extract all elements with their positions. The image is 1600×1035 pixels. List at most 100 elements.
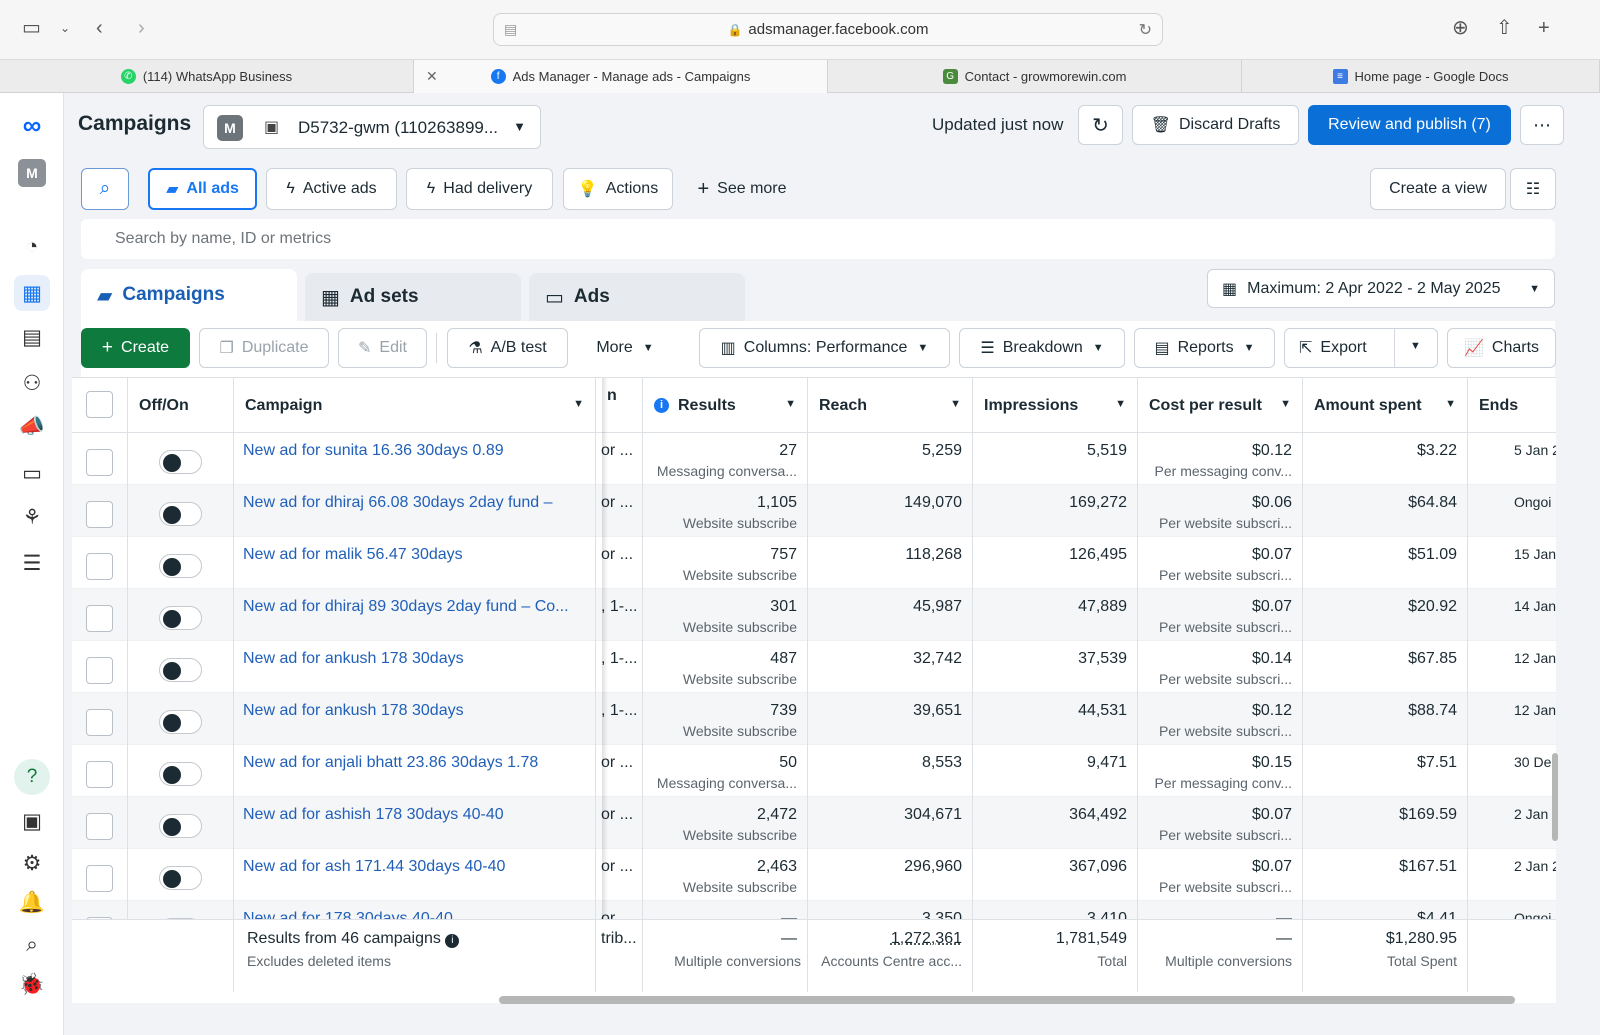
account-avatar[interactable]: M bbox=[18, 159, 46, 187]
create-button[interactable]: + Create bbox=[81, 328, 190, 368]
row-checkbox[interactable] bbox=[86, 709, 113, 736]
export-dropdown-icon[interactable]: ▼ bbox=[1410, 340, 1421, 352]
filter-had-delivery[interactable]: ϟ Had delivery bbox=[406, 168, 553, 210]
table-row[interactable]: New ad for ashish 178 30days 40-40 or ...… bbox=[72, 797, 1556, 849]
share-icon[interactable]: ⇧ bbox=[1496, 16, 1513, 40]
meta-logo-icon[interactable]: ∞ bbox=[14, 107, 50, 143]
reload-icon[interactable]: ↻ bbox=[1139, 20, 1152, 40]
ab-test-button[interactable]: ⚗ A/B test bbox=[447, 328, 568, 368]
business-tools-icon[interactable]: ⚘ bbox=[14, 499, 50, 535]
row-checkbox[interactable] bbox=[86, 813, 113, 840]
search-input[interactable]: Search by name, ID or metrics bbox=[115, 230, 331, 248]
row-checkbox[interactable] bbox=[86, 501, 113, 528]
forward-icon[interactable]: › bbox=[138, 16, 145, 40]
help-icon[interactable]: ? bbox=[14, 759, 50, 795]
account-selector[interactable]: M ▣ D5732-gwm (110263899... ▼ bbox=[203, 105, 541, 149]
browser-tab-whatsapp[interactable]: ✆ (114) WhatsApp Business bbox=[0, 60, 414, 93]
campaign-name-link[interactable]: New ad for dhiraj 89 30days 2day fund – … bbox=[243, 598, 583, 616]
menu-icon[interactable]: ☰ bbox=[14, 545, 50, 581]
megaphone-icon[interactable]: 📣 bbox=[14, 409, 50, 445]
pages-icon[interactable]: ▤ bbox=[14, 319, 50, 355]
campaigns-table-icon[interactable]: ▦ bbox=[14, 275, 50, 311]
sidebar-toggle-icon[interactable]: ▭ bbox=[22, 16, 41, 40]
create-view-button[interactable]: Create a view bbox=[1370, 168, 1506, 210]
col-cost-per-result[interactable]: Cost per result ▼ bbox=[1138, 378, 1303, 433]
browser-tab-google-docs[interactable]: ≡ Home page - Google Docs bbox=[1242, 60, 1600, 93]
table-row[interactable]: New ad for dhiraj 66.08 30days 2day fund… bbox=[72, 485, 1556, 537]
table-row[interactable]: New ad for sunita 16.36 30days 0.89 or ..… bbox=[72, 433, 1556, 485]
campaign-name-link[interactable]: New ad for dhiraj 66.08 30days 2day fund… bbox=[243, 494, 583, 512]
filter-active-ads[interactable]: ϟ Active ads bbox=[266, 168, 397, 210]
campaign-name-link[interactable]: New ad for sunita 16.36 30days 0.89 bbox=[243, 442, 583, 460]
browser-tab-ads-manager[interactable]: ✕ f Ads Manager - Manage ads - Campaigns bbox=[414, 60, 828, 93]
info-icon[interactable]: i bbox=[445, 934, 460, 948]
table-row[interactable]: New ad for ankush 178 30days, 1-... 739 We… bbox=[72, 693, 1556, 745]
campaign-toggle[interactable] bbox=[159, 554, 202, 578]
campaign-toggle[interactable] bbox=[159, 710, 202, 734]
refresh-button[interactable]: ↻ bbox=[1078, 105, 1123, 145]
col-campaign[interactable]: Campaign ▼ bbox=[234, 378, 596, 433]
tab-campaigns[interactable]: ▰ Campaigns bbox=[81, 269, 297, 321]
table-row[interactable]: New ad for malik 56.47 30days or ... 757 We… bbox=[72, 537, 1556, 589]
col-results[interactable]: i Results ▼ bbox=[643, 378, 808, 433]
more-options-button[interactable]: ⋯ bbox=[1520, 105, 1564, 145]
col-reach[interactable]: Reach ▼ bbox=[808, 378, 973, 433]
search-icon[interactable]: ⌕ bbox=[14, 927, 50, 963]
table-row[interactable]: New ad for dhiraj 89 30days 2day fund – … bbox=[72, 589, 1556, 641]
footer-reach-value[interactable]: 1,272,361 bbox=[891, 930, 962, 948]
filter-actions[interactable]: 💡 Actions bbox=[563, 168, 673, 210]
table-row[interactable]: New ad for ankush 178 30days, 1-... 487 We… bbox=[72, 641, 1556, 693]
more-button[interactable]: More ▼ bbox=[577, 328, 673, 368]
campaign-name-link[interactable]: New ad for ankush 178 30days bbox=[243, 650, 583, 668]
table-row[interactable]: New ad for ash 171.44 30days 40-40 or ...… bbox=[72, 849, 1556, 901]
row-checkbox[interactable] bbox=[86, 865, 113, 892]
tab-ads[interactable]: ▭ Ads bbox=[529, 273, 745, 321]
row-checkbox[interactable] bbox=[86, 761, 113, 788]
horizontal-scrollbar[interactable] bbox=[499, 996, 1515, 1004]
dashboard-icon[interactable]: ◔ bbox=[14, 229, 50, 265]
chevron-down-icon[interactable]: ⌄ bbox=[60, 16, 70, 40]
row-checkbox[interactable] bbox=[86, 657, 113, 684]
campaign-name-link[interactable]: New ad for malik 56.47 30days bbox=[243, 546, 583, 564]
col-amount-spent[interactable]: Amount spent ▼ bbox=[1303, 378, 1468, 433]
edit-button[interactable]: ✎ Edit bbox=[338, 328, 427, 368]
select-all-checkbox[interactable] bbox=[86, 391, 113, 418]
campaign-toggle[interactable] bbox=[159, 814, 202, 838]
tab-ad-sets[interactable]: ▦ Ad sets bbox=[305, 273, 521, 321]
browser-tab-contact[interactable]: G Contact - growmorewin.com bbox=[828, 60, 1242, 93]
columns-button[interactable]: ▥ Columns: Performance ▼ bbox=[699, 328, 950, 368]
search-bar[interactable]: Search by name, ID or metrics bbox=[81, 219, 1555, 259]
campaign-name-link[interactable]: New ad for ash 171.44 30days 40-40 bbox=[243, 858, 583, 876]
download-icon[interactable]: ⊕ bbox=[1452, 16, 1469, 40]
date-range-picker[interactable]: ▦ Maximum: 2 Apr 2022 - 2 May 2025 ▼ bbox=[1207, 269, 1555, 308]
campaign-toggle[interactable] bbox=[159, 658, 202, 682]
billing-card-icon[interactable]: ▭ bbox=[14, 455, 50, 491]
review-and-publish-button[interactable]: Review and publish (7) bbox=[1308, 105, 1511, 145]
campaign-toggle[interactable] bbox=[159, 606, 202, 630]
view-settings-button[interactable]: ☷ bbox=[1510, 168, 1556, 210]
campaign-name-link[interactable]: New ad for ankush 178 30days bbox=[243, 702, 583, 720]
charts-button[interactable]: 📈 Charts bbox=[1447, 328, 1556, 368]
address-bar[interactable]: ▤ 🔒 adsmanager.facebook.com ↻ bbox=[493, 13, 1163, 46]
settings-gear-icon[interactable]: ⚙ bbox=[14, 845, 50, 881]
filter-all-ads[interactable]: ▰ All ads bbox=[148, 168, 257, 210]
table-row[interactable]: New ad for anjali bhatt 23.86 30days 1.7… bbox=[72, 745, 1556, 797]
campaign-toggle[interactable] bbox=[159, 762, 202, 786]
close-tab-icon[interactable]: ✕ bbox=[426, 68, 438, 85]
campaign-toggle[interactable] bbox=[159, 450, 202, 474]
audiences-icon[interactable]: ⚇ bbox=[14, 365, 50, 401]
campaign-name-link[interactable]: New ad for ashish 178 30days 40-40 bbox=[243, 806, 583, 824]
row-checkbox[interactable] bbox=[86, 553, 113, 580]
row-checkbox[interactable] bbox=[86, 449, 113, 476]
breakdown-button[interactable]: ☰ Breakdown ▼ bbox=[959, 328, 1125, 368]
campaign-toggle[interactable] bbox=[159, 866, 202, 890]
new-tab-icon[interactable]: + bbox=[1538, 16, 1550, 40]
discard-drafts-button[interactable]: 🗑 Discard Drafts bbox=[1132, 105, 1299, 145]
reports-button[interactable]: ▤ Reports ▼ bbox=[1134, 328, 1275, 368]
col-impressions[interactable]: Impressions ▼ bbox=[973, 378, 1138, 433]
campaign-toggle[interactable] bbox=[159, 502, 202, 526]
campaign-name-link[interactable]: New ad for anjali bhatt 23.86 30days 1.7… bbox=[243, 754, 583, 772]
search-toggle-button[interactable]: ⌕ bbox=[81, 168, 129, 210]
bug-report-icon[interactable]: 🐞 bbox=[14, 967, 50, 1003]
vertical-scrollbar[interactable] bbox=[1552, 753, 1558, 841]
